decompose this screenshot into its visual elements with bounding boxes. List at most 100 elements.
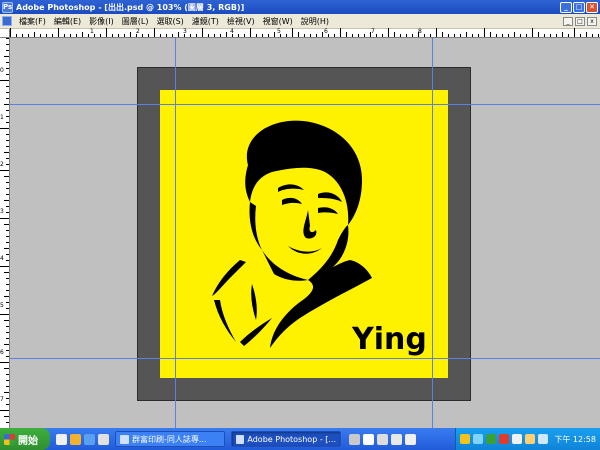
ruler-tick <box>502 34 503 37</box>
ruler-tick <box>6 380 9 381</box>
ruler-tick <box>6 158 9 159</box>
ruler-tick <box>4 248 9 249</box>
explorer-icon[interactable] <box>70 433 81 445</box>
vertical-guide[interactable] <box>175 38 176 428</box>
doc-close-button[interactable]: x <box>587 16 597 26</box>
ruler-tick <box>256 34 257 37</box>
ruler-tick <box>6 284 9 285</box>
ruler-tick <box>508 34 509 37</box>
ruler-tick <box>6 212 9 213</box>
ruler-tick <box>6 38 9 39</box>
messenger-icon[interactable] <box>525 434 536 444</box>
ruler-label: 3 <box>0 208 4 215</box>
quick-launch <box>56 433 109 445</box>
taskbar-item-label: 群富印刷-同人誌專... <box>132 434 207 444</box>
ruler-tick <box>490 32 491 37</box>
ruler-tick <box>220 34 221 37</box>
ruler-tick <box>442 32 443 37</box>
ruler-tick <box>130 32 131 37</box>
ruler-tick <box>304 34 305 37</box>
alert-icon[interactable] <box>499 434 510 444</box>
horizontal-ruler[interactable]: 1 2 3 4 5 6 7 8 <box>10 28 600 38</box>
ruler-tick <box>6 92 9 93</box>
window-controls: _ □ ✕ <box>560 1 598 13</box>
ruler-tick <box>4 200 9 201</box>
ruler-tick <box>232 34 233 37</box>
horizontal-guide[interactable] <box>10 104 600 105</box>
ruler-tick <box>136 34 137 37</box>
ruler-tick <box>340 28 341 37</box>
ruler-tick <box>346 32 347 37</box>
start-button[interactable]: 開始 <box>0 428 50 450</box>
ruler-tick <box>6 86 9 87</box>
close-button[interactable]: ✕ <box>586 1 598 13</box>
menu-layer[interactable]: 圖層(L) <box>118 16 153 27</box>
ruler-tick <box>82 32 83 37</box>
display-icon[interactable] <box>538 434 549 444</box>
ruler-tick <box>520 34 521 37</box>
calendar-icon[interactable] <box>405 433 416 445</box>
system-tray: 下午 12:58 <box>455 428 600 450</box>
ruler-tick <box>382 34 383 37</box>
ruler-tick <box>472 34 473 37</box>
taskbar: 開始 群富印刷-同人誌專... Adobe Photoshop - [... 下… <box>0 428 600 450</box>
toolbar-icons <box>349 433 416 445</box>
ruler-tick <box>166 34 167 37</box>
ruler-tick <box>496 34 497 37</box>
antivirus-icon[interactable] <box>486 434 497 444</box>
menu-window[interactable]: 視窗(W) <box>259 16 297 27</box>
ruler-tick <box>370 32 371 37</box>
printer-icon[interactable] <box>349 433 360 445</box>
doc-restore-button[interactable]: □ <box>575 16 585 26</box>
ruler-tick <box>22 34 23 37</box>
ruler-tick <box>460 34 461 37</box>
vertical-ruler[interactable]: 0 1 2 3 4 5 6 7 <box>0 29 10 428</box>
ruler-tick <box>88 34 89 37</box>
ruler-tick <box>352 34 353 37</box>
minimize-button[interactable]: _ <box>560 1 572 13</box>
internet-explorer-icon[interactable] <box>84 433 95 445</box>
ruler-tick <box>394 32 395 37</box>
keyboard-icon[interactable] <box>377 433 388 445</box>
ruler-tick <box>100 34 101 37</box>
taskbar-item-photoshop[interactable]: Adobe Photoshop - [... <box>231 431 341 447</box>
taskbar-item-browser[interactable]: 群富印刷-同人誌專... <box>115 431 225 447</box>
ruler-tick <box>586 32 587 37</box>
menu-view[interactable]: 檢視(V) <box>223 16 259 27</box>
ruler-tick <box>196 34 197 37</box>
ruler-tick <box>466 32 467 37</box>
menu-filter[interactable]: 濾鏡(T) <box>188 16 223 27</box>
horizontal-guide[interactable] <box>10 358 600 359</box>
volume-icon[interactable] <box>512 434 523 444</box>
document-icon[interactable] <box>2 16 12 26</box>
ruler-tick <box>160 34 161 37</box>
ruler-tick <box>268 34 269 37</box>
maximize-button[interactable]: □ <box>573 1 585 13</box>
signature-text[interactable]: Ying <box>352 322 427 357</box>
ruler-tick <box>6 260 9 261</box>
ruler-tick <box>6 116 9 117</box>
ruler-tick <box>4 416 9 417</box>
system-clock[interactable]: 下午 12:58 <box>554 434 596 445</box>
menu-file[interactable]: 檔案(F) <box>15 16 50 27</box>
menu-image[interactable]: 影像(I) <box>85 16 118 27</box>
photoshop-app-icon[interactable]: Ps <box>2 1 13 13</box>
ruler-tick <box>28 34 29 37</box>
browser-window-icon <box>120 434 129 444</box>
show-desktop-icon[interactable] <box>56 433 67 445</box>
ruler-tick <box>454 34 455 37</box>
security-shield-icon[interactable] <box>460 434 471 444</box>
media-player-icon[interactable] <box>98 433 109 445</box>
pen-tool-icon[interactable] <box>363 433 374 445</box>
ruler-tick <box>112 34 113 37</box>
vertical-guide[interactable] <box>432 38 433 428</box>
ruler-tick <box>6 206 9 207</box>
help-icon[interactable] <box>391 433 402 445</box>
menu-help[interactable]: 說明(H) <box>297 16 333 27</box>
ruler-origin[interactable] <box>0 29 10 38</box>
doc-minimize-button[interactable]: _ <box>563 16 573 26</box>
ruler-tick <box>424 34 425 37</box>
network-icon[interactable] <box>473 434 484 444</box>
menu-select[interactable]: 選取(S) <box>152 16 187 27</box>
menu-edit[interactable]: 編輯(E) <box>50 16 85 27</box>
